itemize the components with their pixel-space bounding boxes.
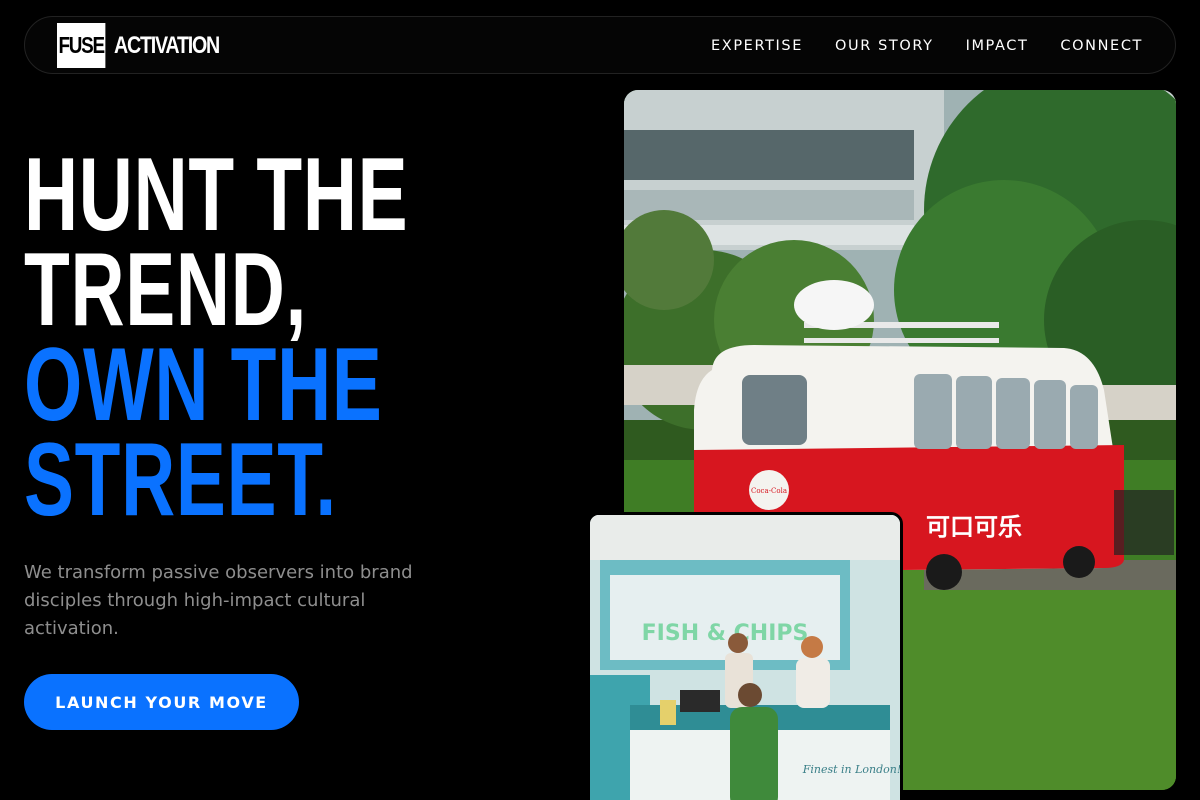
nav-link-impact[interactable]: IMPACT (966, 38, 1029, 54)
fish-chips-slogan: Finest in London! (802, 763, 900, 776)
logo[interactable]: FUSE ACTIVATION (57, 23, 242, 68)
nav-link-connect[interactable]: CONNECT (1060, 38, 1143, 54)
headline-line-4: STREET. (24, 422, 337, 538)
top-nav: FUSE ACTIVATION EXPERTISE OUR STORY IMPA… (24, 16, 1176, 74)
headline-line-3: OWN THE (24, 327, 383, 443)
fish-chips-photo-illustration: FISH & CHIPS Finest in London! (590, 515, 900, 800)
launch-your-move-button[interactable]: LAUNCH YOUR MOVE (24, 674, 299, 730)
nav-link-our-story[interactable]: OUR STORY (835, 38, 934, 54)
fish-chips-sign: FISH & CHIPS (642, 621, 809, 646)
hero-subtext: We transform passive observers into bran… (24, 562, 413, 639)
headline-line-1: HUNT THE (24, 137, 409, 253)
headline-line-2: TREND, (24, 232, 308, 348)
van-script-text: 可口可乐 (926, 513, 1022, 541)
nav-link-expertise[interactable]: EXPERTISE (711, 38, 803, 54)
hero-image-fish-and-chips: FISH & CHIPS Finest in London! (587, 512, 903, 800)
van-brand-text: Coca-Cola (751, 487, 787, 495)
nav-links: EXPERTISE OUR STORY IMPACT CONNECT (711, 17, 1143, 75)
hero-headline: HUNT THE TREND, OWN THE STREET. (24, 137, 409, 538)
logo-mark: FUSE (57, 23, 106, 68)
logo-wordmark: ACTIVATION (114, 31, 220, 59)
page: FUSE ACTIVATION EXPERTISE OUR STORY IMPA… (0, 0, 1200, 800)
